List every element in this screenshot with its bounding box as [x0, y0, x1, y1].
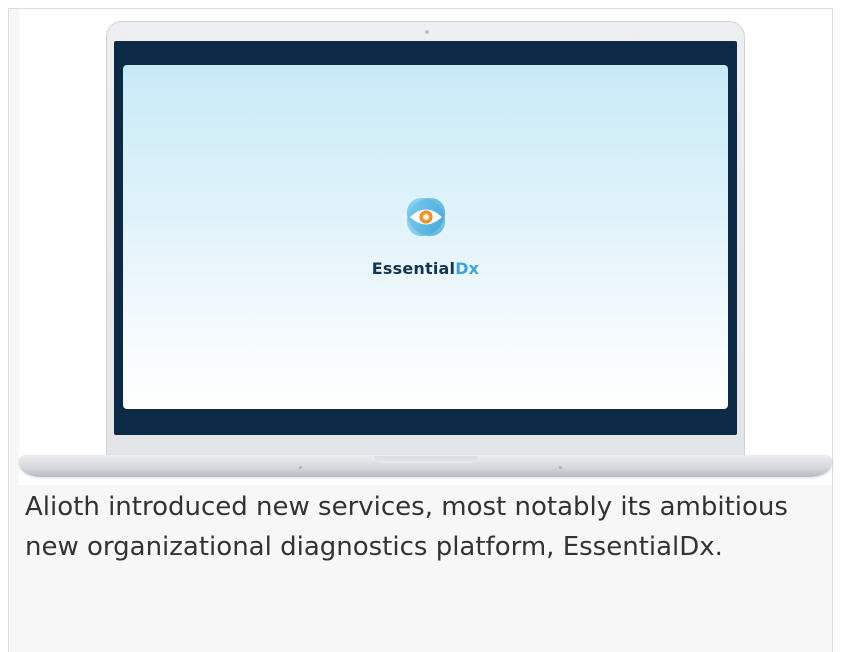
content-card: EssentialDx Alioth introduced new servic… — [8, 8, 833, 652]
image-caption: Alioth introduced new services, most not… — [25, 492, 788, 562]
laptop-foot-right — [559, 466, 562, 469]
camera-dot — [425, 30, 429, 34]
laptop-screen: EssentialDx — [123, 65, 728, 409]
product-logo-wordmark: EssentialDx — [123, 259, 728, 278]
laptop-base — [19, 455, 832, 477]
eye-icon — [406, 197, 446, 237]
laptop-foot-left — [299, 466, 302, 469]
laptop-notch — [375, 456, 477, 463]
laptop-bezel: EssentialDx — [114, 41, 737, 435]
laptop-illustration: EssentialDx — [19, 9, 832, 485]
laptop-lid: EssentialDx — [106, 21, 745, 459]
logo-word-main: Essential — [371, 259, 456, 278]
logo-word-accent: Dx — [455, 259, 480, 278]
